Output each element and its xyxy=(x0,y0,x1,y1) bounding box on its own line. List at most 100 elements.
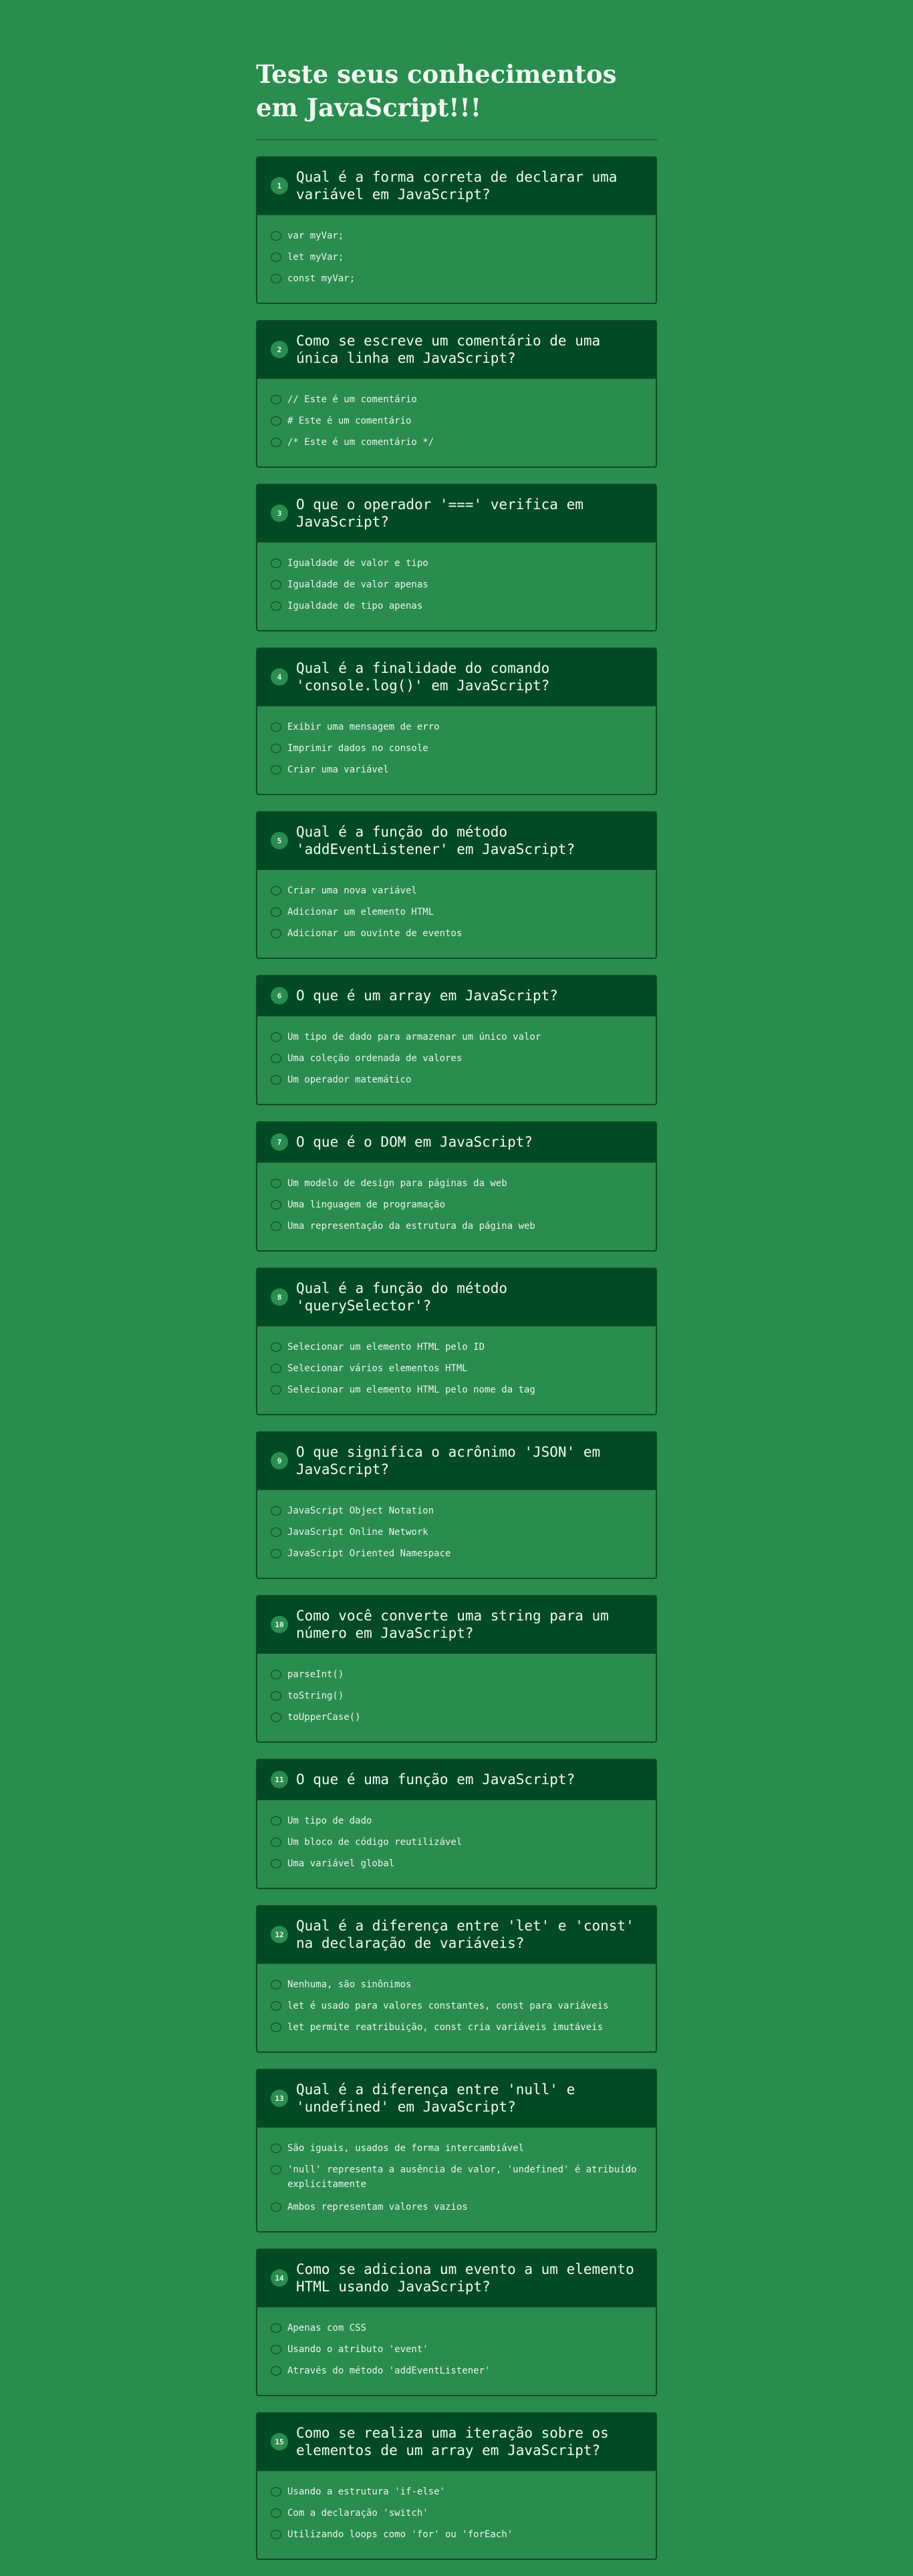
answer-option[interactable]: Igualdade de valor apenas xyxy=(271,575,642,597)
answer-option[interactable]: São iguais, usados de forma intercambiáv… xyxy=(271,2139,642,2160)
radio-button[interactable] xyxy=(271,1032,281,1042)
radio-button[interactable] xyxy=(271,2345,281,2354)
radio-button[interactable] xyxy=(271,601,281,611)
radio-button[interactable] xyxy=(271,1200,281,1209)
answer-option-label: Uma variável global xyxy=(287,1858,395,1869)
radio-button[interactable] xyxy=(271,1342,281,1352)
answer-option[interactable]: JavaScript Online Network xyxy=(271,1523,642,1544)
radio-button[interactable] xyxy=(271,2323,281,2333)
radio-button[interactable] xyxy=(271,2202,281,2212)
radio-button[interactable] xyxy=(271,2487,281,2496)
question-card: 1 Qual é a forma correta de declarar uma … xyxy=(256,156,657,304)
answer-option[interactable]: var myVar; xyxy=(271,227,642,248)
radio-button[interactable] xyxy=(271,765,281,774)
answer-option[interactable]: Igualdade de tipo apenas xyxy=(271,597,642,618)
answer-option[interactable]: Com a declaração 'switch' xyxy=(271,2504,642,2525)
answer-option-label: const myVar; xyxy=(287,273,356,284)
question-text: Qual é a diferença entre 'let' e 'const'… xyxy=(296,1918,634,1951)
answer-option[interactable]: JavaScript Object Notation xyxy=(271,1501,642,1523)
answer-option[interactable]: Um tipo de dado xyxy=(271,1812,642,1833)
question-card: 7 O que é o DOM em JavaScript? Um modelo d… xyxy=(256,1121,657,1252)
question-card: 8 Qual é a função do método 'querySelecto… xyxy=(256,1268,657,1415)
radio-button[interactable] xyxy=(271,1506,281,1516)
question-number-badge: 11 xyxy=(271,1771,288,1788)
radio-button[interactable] xyxy=(271,1859,281,1868)
answer-option[interactable]: 'null' representa a ausência de valor, '… xyxy=(271,2160,642,2196)
answer-option[interactable]: Imprimir dados no console xyxy=(271,739,642,760)
answer-option[interactable]: Utilizando loops como 'for' ou 'forEach' xyxy=(271,2525,642,2547)
radio-button[interactable] xyxy=(271,2530,281,2539)
radio-button[interactable] xyxy=(271,744,281,753)
radio-button[interactable] xyxy=(271,2165,281,2174)
answer-option[interactable]: Selecionar um elemento HTML pelo ID xyxy=(271,1338,642,1359)
answer-option[interactable]: Selecionar um elemento HTML pelo nome da… xyxy=(271,1381,642,1402)
answer-option[interactable]: Usando a estrutura 'if-else' xyxy=(271,2482,642,2504)
answer-option[interactable]: Uma representação da estrutura da página… xyxy=(271,1217,642,1238)
answer-option[interactable]: toUpperCase() xyxy=(271,1708,642,1729)
answer-option[interactable]: Criar uma nova variável xyxy=(271,881,642,903)
radio-button[interactable] xyxy=(271,1816,281,1826)
radio-button[interactable] xyxy=(271,2366,281,2376)
answer-option[interactable]: Através do método 'addEventListener' xyxy=(271,2362,642,2383)
answer-option[interactable]: // Este é um comentário xyxy=(271,390,642,412)
radio-button[interactable] xyxy=(271,1179,281,1188)
answer-option[interactable]: Ambos representam valores vazios xyxy=(271,2198,642,2219)
answer-option[interactable]: let é usado para valores constantes, con… xyxy=(271,1997,642,2018)
radio-button[interactable] xyxy=(271,2023,281,2032)
radio-button[interactable] xyxy=(271,580,281,589)
answer-option[interactable]: Uma linguagem de programação xyxy=(271,1195,642,1217)
answer-option[interactable]: Um operador matemático xyxy=(271,1070,642,1092)
radio-button[interactable] xyxy=(271,1691,281,1701)
answer-option[interactable]: Igualdade de valor e tipo xyxy=(271,554,642,575)
radio-button[interactable] xyxy=(271,2144,281,2153)
radio-button[interactable] xyxy=(271,1528,281,1537)
answer-option[interactable]: const myVar; xyxy=(271,269,642,291)
radio-button[interactable] xyxy=(271,231,281,241)
answer-option[interactable]: Usando o atributo 'event' xyxy=(271,2340,642,2362)
radio-button[interactable] xyxy=(271,886,281,895)
answer-option[interactable]: Adicionar um ouvinte de eventos xyxy=(271,924,642,946)
answer-option[interactable]: Apenas com CSS xyxy=(271,2319,642,2340)
radio-button[interactable] xyxy=(271,929,281,938)
answer-option[interactable]: Um modelo de design para páginas da web xyxy=(271,1174,642,1195)
answer-option[interactable]: Uma variável global xyxy=(271,1854,642,1876)
answer-option[interactable]: JavaScript Oriented Namespace xyxy=(271,1544,642,1566)
radio-button[interactable] xyxy=(271,1549,281,1558)
radio-button[interactable] xyxy=(271,1670,281,1679)
answer-option[interactable]: Exibir uma mensagem de erro xyxy=(271,718,642,739)
radio-button[interactable] xyxy=(271,416,281,426)
radio-button[interactable] xyxy=(271,907,281,917)
radio-button[interactable] xyxy=(271,1713,281,1722)
radio-button[interactable] xyxy=(271,1075,281,1085)
answer-option[interactable]: Criar uma variável xyxy=(271,760,642,782)
radio-button[interactable] xyxy=(271,1980,281,1989)
answer-option[interactable]: Selecionar vários elementos HTML xyxy=(271,1359,642,1381)
radio-button[interactable] xyxy=(271,1364,281,1373)
radio-button[interactable] xyxy=(271,274,281,283)
answer-option-label: toUpperCase() xyxy=(287,1712,361,1723)
radio-button[interactable] xyxy=(271,2001,281,2011)
answer-option[interactable]: Nenhuma, são sinônimos xyxy=(271,1975,642,1997)
radio-button[interactable] xyxy=(271,1838,281,1847)
radio-button[interactable] xyxy=(271,438,281,447)
radio-button[interactable] xyxy=(271,1222,281,1231)
answer-option-label: Adicionar um elemento HTML xyxy=(287,907,434,917)
answer-option-label: Um modelo de design para páginas da web xyxy=(287,1178,507,1189)
radio-button[interactable] xyxy=(271,2509,281,2518)
answer-option[interactable]: let permite reatribuição, const cria var… xyxy=(271,2018,642,2039)
answer-option[interactable]: Adicionar um elemento HTML xyxy=(271,903,642,924)
radio-button[interactable] xyxy=(271,253,281,262)
radio-button[interactable] xyxy=(271,1054,281,1063)
answer-option[interactable]: # Este é um comentário xyxy=(271,412,642,433)
answer-option[interactable]: /* Este é um comentário */ xyxy=(271,433,642,454)
radio-button[interactable] xyxy=(271,1385,281,1395)
answer-option[interactable]: parseInt() xyxy=(271,1665,642,1687)
answer-option[interactable]: Um bloco de código reutilizável xyxy=(271,1833,642,1854)
answer-option[interactable]: Um tipo de dado para armazenar um único … xyxy=(271,1028,642,1049)
radio-button[interactable] xyxy=(271,395,281,404)
radio-button[interactable] xyxy=(271,559,281,568)
answer-option[interactable]: toString() xyxy=(271,1687,642,1708)
answer-option[interactable]: let myVar; xyxy=(271,248,642,269)
radio-button[interactable] xyxy=(271,722,281,732)
answer-option[interactable]: Uma coleção ordenada de valores xyxy=(271,1049,642,1070)
